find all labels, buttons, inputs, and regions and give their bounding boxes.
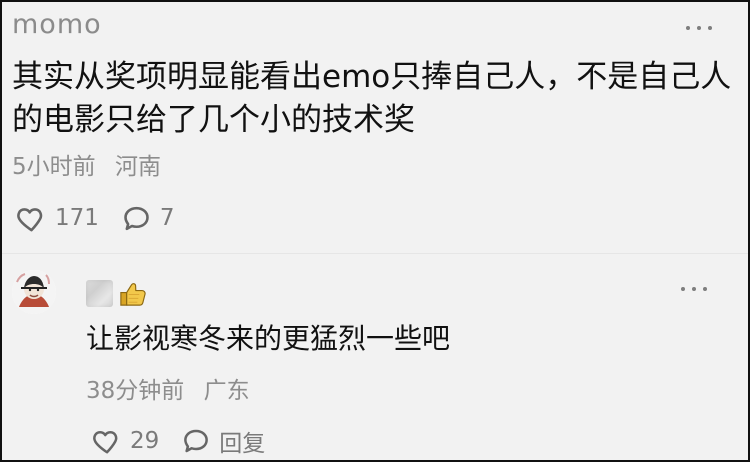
reply-user-row (86, 276, 148, 310)
reply-comment-reply-button[interactable]: 回复 (181, 424, 265, 458)
reply-avatar[interactable] (12, 270, 56, 314)
comment-divider (2, 253, 748, 254)
reply-comment-like-button[interactable]: 29 (92, 426, 159, 456)
comment-thread: momo 其实从奖项明显能看出emo只捧自己人，不是自己人的电影只给了几个小的技… (0, 0, 750, 462)
reply-comment-text: 让影视寒冬来的更猛烈一些吧 (86, 322, 451, 355)
top-comment-location: 河南 (114, 154, 161, 180)
top-comment-text: 其实从奖项明显能看出emo只捧自己人，不是自己人的电影只给了几个小的技术奖 (12, 59, 732, 138)
top-comment-comment-button[interactable]: 7 (121, 203, 175, 234)
top-comment-more-icon[interactable] (683, 23, 717, 33)
reply-comment-like-count: 29 (130, 428, 160, 454)
reply-comment-actions: 29 回复 (92, 424, 265, 458)
top-comment-time: 5小时前 (12, 154, 96, 180)
top-comment-meta: 5小时前 河南 (12, 151, 161, 183)
top-comment-like-button[interactable]: 171 (16, 203, 99, 234)
reply-comment-time: 38分钟前 (86, 378, 185, 404)
heart-icon (93, 431, 118, 454)
thumbs-up-icon (120, 282, 146, 306)
heart-icon (17, 207, 43, 231)
reply-username-blur (86, 279, 113, 307)
top-comment-like-count: 171 (55, 205, 99, 231)
reply-comment-location: 广东 (203, 378, 250, 404)
comment-bubble-icon (124, 206, 149, 230)
reply-comment-meta: 38分钟前 广东 (86, 375, 250, 407)
top-comment-reply-count: 7 (159, 205, 175, 231)
top-comment-username[interactable]: momo (12, 8, 102, 42)
top-comment-actions: 171 7 (16, 200, 175, 236)
reply-comment-reply-label: 回复 (219, 431, 266, 457)
reply-comment-more-icon[interactable] (678, 284, 712, 294)
comment-bubble-icon (184, 429, 209, 453)
avatar-image (12, 270, 56, 314)
